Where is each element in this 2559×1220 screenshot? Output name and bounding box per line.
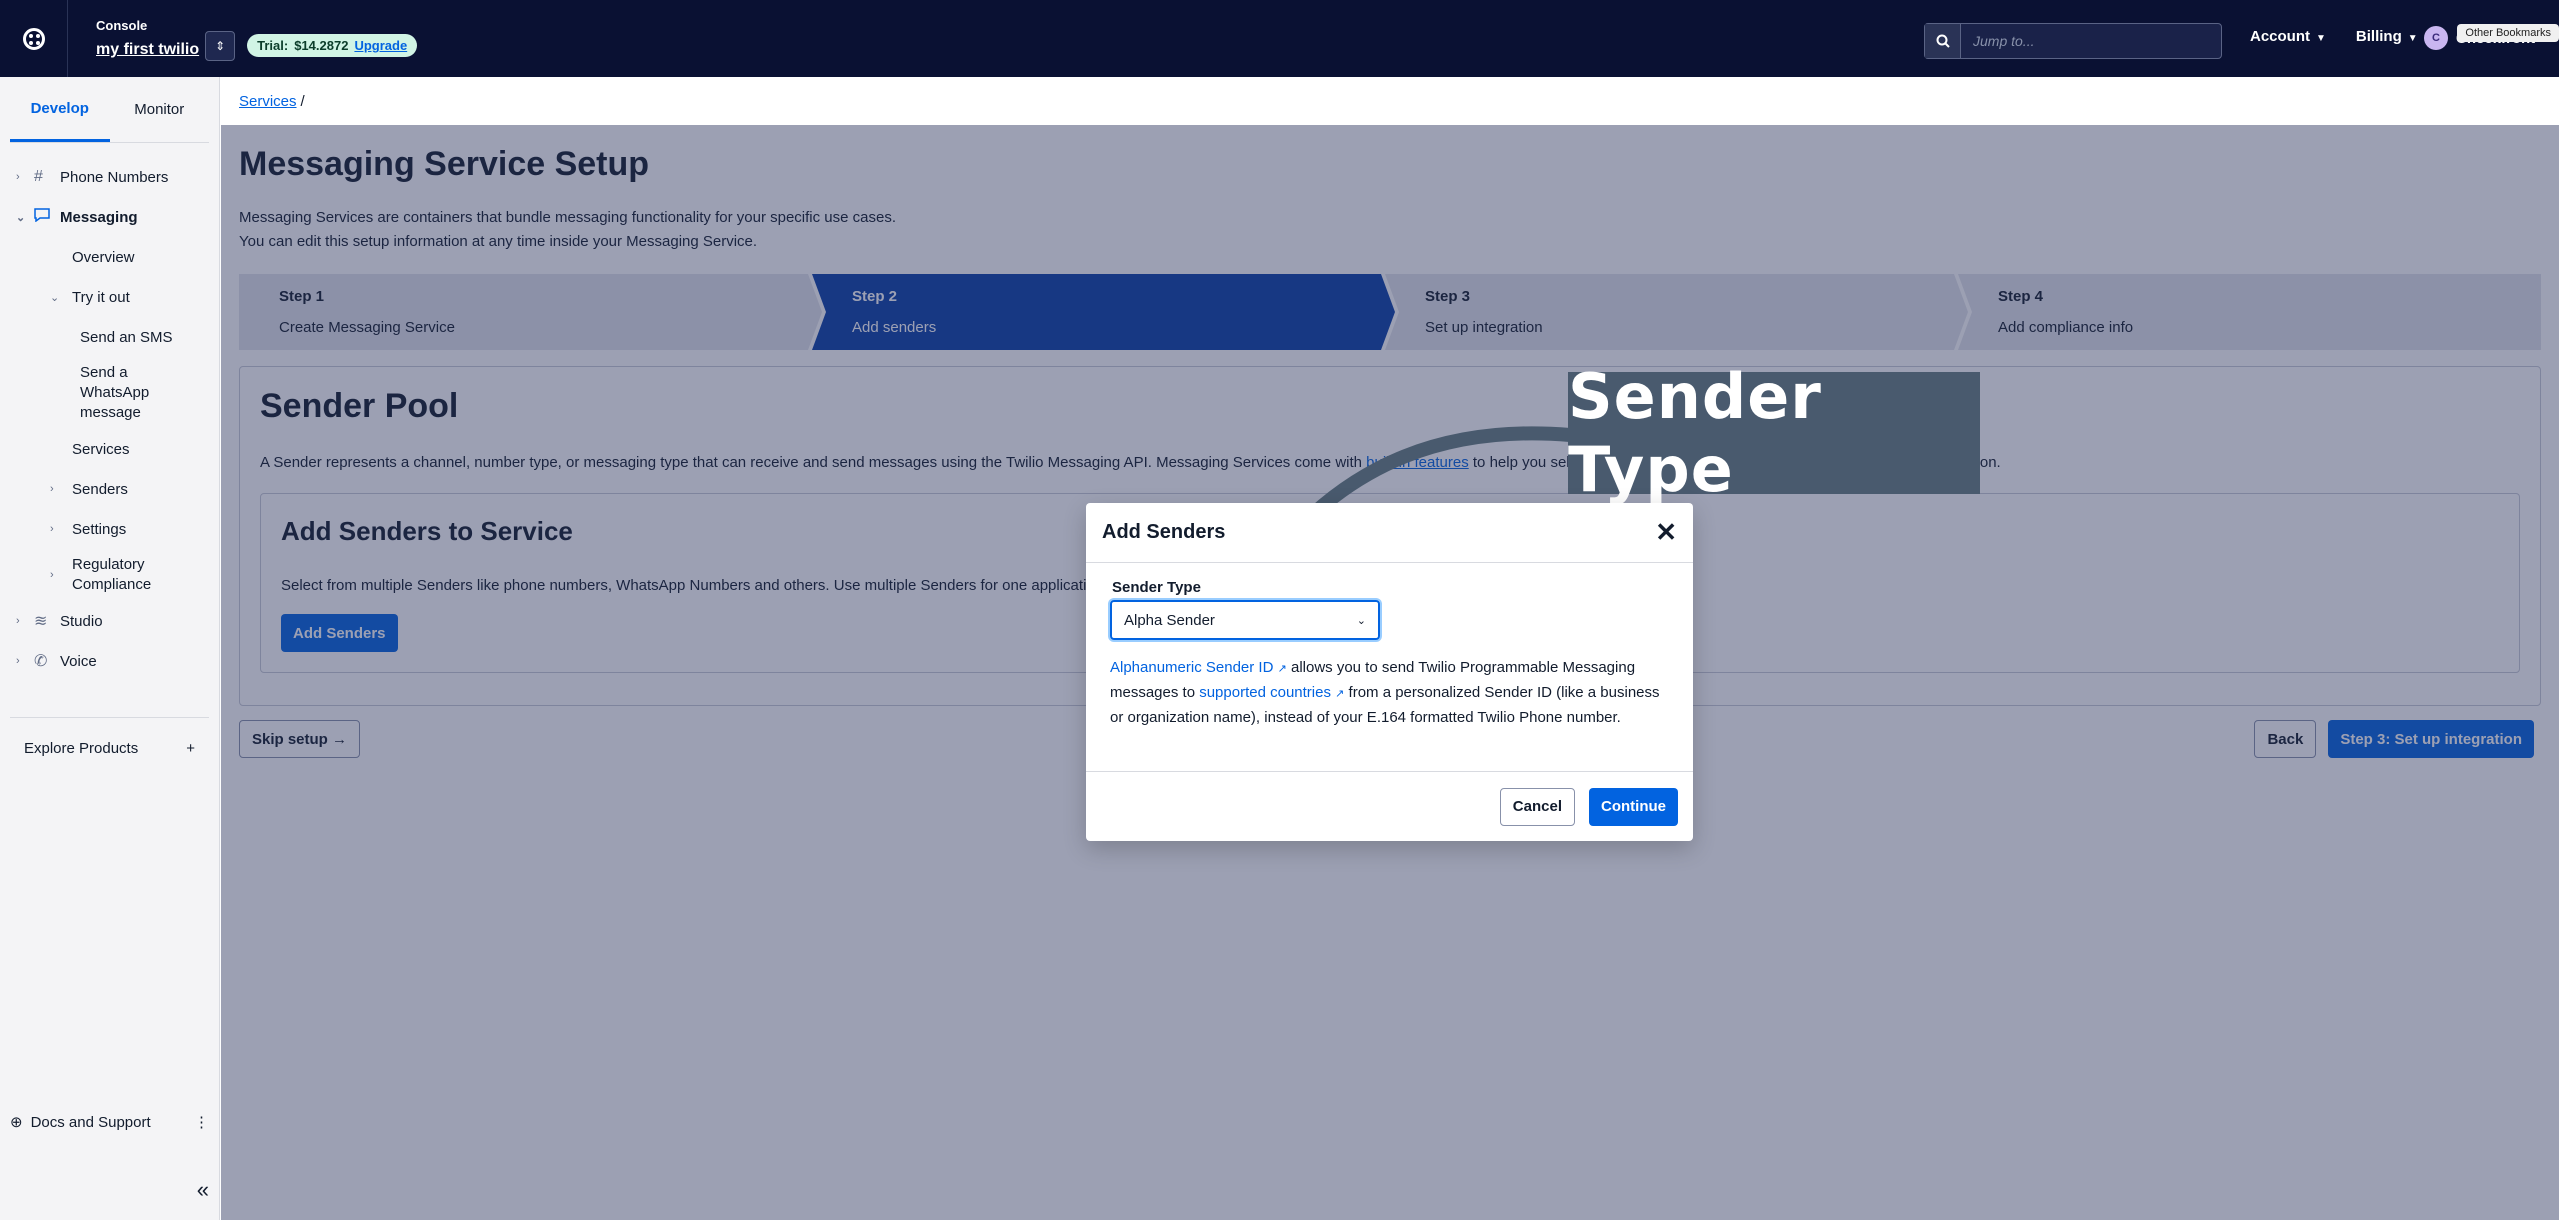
collapse-sidebar-icon[interactable]: « [197,1177,209,1203]
sidebar-item-label: Overview [72,248,135,266]
account-menu[interactable]: Account ▼ [2250,28,2326,45]
sidebar-item-senders[interactable]: › Senders [0,469,219,509]
sidebar-item-label: Voice [60,652,97,670]
sidebar-item-voice[interactable]: › ✆ Voice [0,641,219,681]
modal-title: Add Senders [1102,521,1226,543]
console-label: Console [96,18,148,33]
plus-icon: + [186,740,195,757]
account-switcher: Console my first twilio [96,18,199,59]
billing-menu-label: Billing [2355,28,2402,45]
external-link-icon: ↗ [1277,663,1287,675]
breadcrumb-services-link[interactable]: Services [239,93,297,110]
alphanumeric-sender-id-link[interactable]: Alphanumeric Sender ID ↗ [1110,659,1287,676]
trial-badge: Trial: $14.2872 Upgrade [247,34,418,57]
account-switch-button[interactable]: ⇕ [205,30,236,61]
sidebar-item-send-sms[interactable]: Send an SMS [0,317,219,357]
trial-amount: $14.2872 [294,38,349,53]
twilio-logo-icon[interactable] [0,0,68,77]
chat-icon [34,207,60,227]
phone-icon: ✆ [34,653,48,670]
explore-products-label: Explore Products [24,740,139,757]
sidebar-item-services[interactable]: Services [0,429,219,469]
external-link-icon: ↗ [1335,688,1345,700]
sidebar-item-label: Services [72,440,130,458]
docs-support-label: Docs and Support [30,1113,151,1131]
sidebar-item-settings[interactable]: › Settings [0,509,219,549]
tab-monitor[interactable]: Monitor [110,77,210,142]
sidebar-item-regulatory-compliance[interactable]: › Regulatory Compliance [0,549,219,601]
sidebar-item-overview[interactable]: Overview [0,237,219,277]
chevron-down-icon: ⌄ [16,211,26,224]
sender-type-value: Alpha Sender [1124,611,1215,629]
more-vertical-icon[interactable]: ⋮ [194,1113,209,1131]
sidebar-item-phone-numbers[interactable]: › # Phone Numbers [0,157,219,197]
account-name-link[interactable]: my first twilio [96,41,199,59]
sidebar-item-studio[interactable]: › ≋ Studio [0,601,219,641]
sender-type-label: Sender Type [1112,579,1201,596]
top-bar: Console my first twilio ⇕ Trial: $14.287… [0,0,2559,77]
chevron-right-icon: › [16,655,20,667]
sidebar-item-send-whatsapp[interactable]: Send a WhatsApp message [0,357,200,429]
link-text: supported countries [1199,684,1331,701]
explore-products[interactable]: Explore Products + [10,717,209,779]
sidebar-item-label: Send an SMS [80,328,173,346]
chevron-right-icon: › [16,615,20,627]
chevron-down-icon: ⌄ [50,291,60,304]
chevron-right-icon: › [50,523,54,535]
docs-and-support[interactable]: ⊕ Docs and Support ⋮ [10,1113,209,1132]
sidebar-item-label: Messaging [60,208,138,226]
sidebar-item-label: Settings [72,520,127,538]
breadcrumb: Services / [221,77,2559,125]
upgrade-link[interactable]: Upgrade [354,38,407,53]
tab-develop[interactable]: Develop [10,77,110,142]
other-bookmarks-tooltip: Other Bookmarks [2457,24,2559,42]
chevron-down-icon: ▼ [2407,33,2418,44]
modal-footer: Cancel Continue [1086,771,1693,841]
modal-body: Sender Type Alpha Sender ⌄ Alphanumeric … [1086,563,1693,730]
trial-label: Trial: [257,38,289,53]
sidebar-item-label: Studio [60,612,103,630]
chevron-right-icon: › [16,171,20,183]
annotation-callout: Sender Type [1568,360,1980,506]
sidebar-item-messaging[interactable]: ⌄ Messaging [0,197,219,237]
hash-icon: # [34,168,43,185]
sidebar-nav: › # Phone Numbers ⌄ Messaging Overview ⌄… [0,143,219,681]
sidebar-item-label: Phone Numbers [60,168,169,186]
sidebar-item-label: Regulatory Compliance [72,556,152,593]
cancel-button[interactable]: Cancel [1499,787,1575,826]
sidebar-item-label: Senders [72,480,128,498]
sidebar-item-label: Try it out [72,288,130,306]
chevron-down-icon: ⌄ [1356,614,1366,627]
close-icon[interactable]: ✕ [1655,517,1677,548]
studio-icon: ≋ [34,613,48,630]
sender-type-help: Alphanumeric Sender ID ↗ allows you to s… [1110,656,1667,730]
chevron-right-icon: › [50,569,54,581]
search-icon [1925,24,1961,58]
modal-header: Add Senders ✕ [1086,503,1693,563]
sidebar-item-label: Send a WhatsApp message [80,364,150,421]
account-menu-label: Account [2250,28,2310,45]
jump-to-search[interactable] [1924,23,2222,59]
sidebar-tabs: Develop Monitor [10,77,209,143]
chevron-down-icon: ▼ [2316,33,2326,44]
sender-type-select[interactable]: Alpha Sender ⌄ [1110,600,1380,640]
link-text: Alphanumeric Sender ID [1110,659,1274,676]
sidebar-item-try-it-out[interactable]: ⌄ Try it out [0,277,219,317]
avatar: C [2424,26,2448,50]
chevron-right-icon: › [50,483,54,495]
supported-countries-link[interactable]: supported countries ↗ [1199,684,1344,701]
breadcrumb-separator: / [300,92,305,110]
sidebar: Develop Monitor › # Phone Numbers ⌄ Mess… [0,77,220,1220]
annotation-label: Sender Type [1568,360,1822,506]
add-senders-modal: Add Senders ✕ Sender Type Alpha Sender ⌄… [1086,503,1693,841]
top-nav: Account ▼ Billing ▼ [2250,28,2418,45]
continue-button[interactable]: Continue [1589,787,1678,826]
lifebuoy-icon: ⊕ [10,1114,23,1131]
billing-menu[interactable]: Billing ▼ [2356,28,2418,45]
search-input[interactable] [1961,33,2155,49]
